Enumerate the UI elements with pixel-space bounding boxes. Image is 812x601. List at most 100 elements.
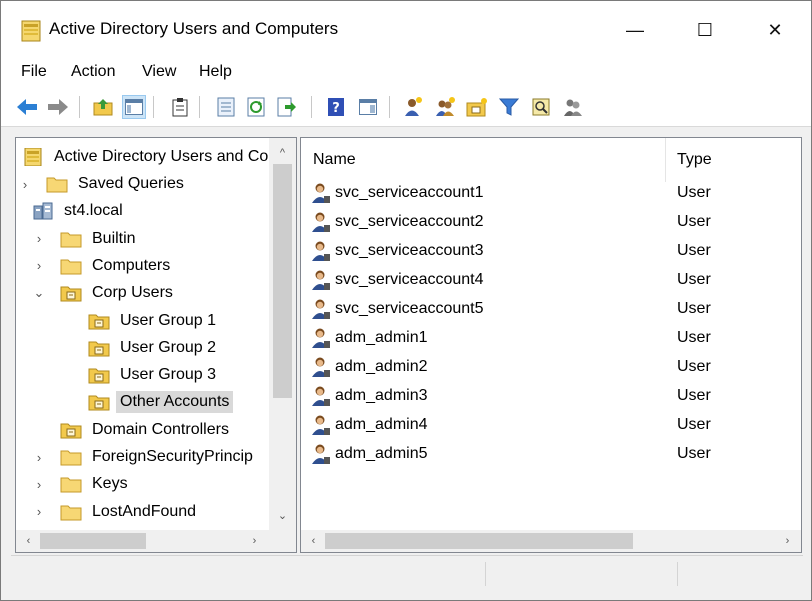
show-console-tree-button[interactable] [122, 95, 146, 119]
expand-chevron-icon[interactable]: › [32, 226, 46, 252]
tree-item-label: User Group 2 [120, 338, 217, 356]
list-item-type: User [677, 299, 711, 317]
scroll-right-icon[interactable]: › [779, 532, 796, 549]
collapse-chevron-icon[interactable]: ⌄ [32, 280, 46, 306]
list-item[interactable]: svc_serviceaccount5 User [301, 294, 801, 323]
folder-icon [60, 450, 82, 466]
tree-item-label: LostAndFound [92, 502, 197, 520]
column-header-type[interactable]: Type [665, 138, 801, 182]
list-item[interactable]: adm_admin4 User [301, 410, 801, 439]
tree-item-label: User Group 1 [120, 311, 217, 329]
maximize-button[interactable]: ☐ [671, 1, 739, 59]
scroll-left-icon[interactable]: ‹ [305, 532, 322, 549]
list-item-name: adm_admin1 [335, 328, 428, 346]
export-list-button[interactable] [275, 95, 299, 119]
refresh-button[interactable] [244, 95, 268, 119]
tree-item[interactable]: st4.local [32, 198, 127, 224]
list-item-type: User [677, 386, 711, 404]
list-item-name-cell: adm_admin1 [311, 323, 428, 352]
user-icon [312, 415, 330, 435]
status-segment [677, 562, 803, 586]
clipboard-button[interactable] [168, 95, 192, 119]
expand-chevron-icon[interactable]: › [18, 171, 32, 197]
toolbar-separator [311, 96, 312, 118]
menu-view[interactable]: View [142, 63, 176, 81]
properties-button[interactable] [214, 95, 238, 119]
list-item-name: svc_serviceaccount1 [335, 183, 484, 201]
new-user-button[interactable] [401, 95, 425, 119]
collapse-chevron-icon[interactable]: ⌄ [16, 198, 18, 224]
list-item-type: User [677, 415, 711, 433]
tree-item-label: Builtin [92, 229, 136, 247]
tree-vertical-scroll-thumb[interactable] [273, 164, 292, 398]
menu-help[interactable]: Help [199, 63, 232, 81]
help-icon: ? [328, 98, 344, 116]
forward-button[interactable] [46, 95, 70, 119]
tree-item[interactable]: Keys [60, 471, 132, 497]
ou-folder-icon [88, 368, 110, 384]
scroll-right-icon[interactable]: › [246, 532, 263, 549]
menu-action[interactable]: Action [71, 63, 115, 81]
minimize-button[interactable]: — [601, 1, 669, 59]
list-horizontal-scrollbar[interactable]: ‹ › [301, 530, 801, 552]
clipboard-icon [172, 98, 188, 117]
expand-chevron-icon[interactable]: › [32, 253, 46, 279]
list-item-type: User [677, 357, 711, 375]
add-to-group-button[interactable] [561, 95, 585, 119]
tree-item-label: ForeignSecurityPrincip [92, 448, 253, 465]
list-item[interactable]: adm_admin5 User [301, 439, 801, 468]
tree-vertical-scrollbar[interactable]: ^ ⌄ [269, 138, 296, 530]
list-item[interactable]: adm_admin2 User [301, 352, 801, 381]
list-item-type: User [677, 328, 711, 346]
tree-horizontal-scroll-thumb[interactable] [40, 533, 146, 549]
new-ou-button[interactable] [465, 95, 489, 119]
column-header-label: Type [677, 151, 712, 168]
menu-file[interactable]: File [21, 63, 47, 81]
tree-item[interactable]: Computers [60, 253, 174, 279]
list-item[interactable]: svc_serviceaccount3 User [301, 236, 801, 265]
expand-chevron-icon[interactable]: › [32, 444, 46, 470]
list-item[interactable]: svc_serviceaccount2 User [301, 207, 801, 236]
tree-item[interactable]: Other Accounts [88, 389, 234, 415]
filter-icon [499, 98, 519, 116]
list-item[interactable]: svc_serviceaccount1 User [301, 178, 801, 207]
expand-chevron-icon[interactable]: › [32, 499, 46, 525]
show-hide-action-pane-icon [359, 99, 377, 115]
title-bar[interactable]: Active Directory Users and Computers — ☐… [1, 1, 811, 59]
list-item-name-cell: adm_admin4 [311, 410, 428, 439]
list-item[interactable]: svc_serviceaccount4 User [301, 265, 801, 294]
help-button[interactable]: ? [324, 95, 348, 119]
scroll-down-icon[interactable]: ⌄ [274, 507, 291, 524]
scroll-left-icon[interactable]: ‹ [20, 532, 37, 549]
list-item[interactable]: adm_admin3 User [301, 381, 801, 410]
tree-item[interactable]: LostAndFound [60, 499, 200, 525]
list-item-name-cell: svc_serviceaccount4 [311, 265, 484, 294]
tree-item[interactable]: Saved Queries [46, 171, 188, 197]
close-button[interactable]: ✕ [741, 1, 809, 59]
new-group-button[interactable] [433, 95, 457, 119]
back-button[interactable] [15, 95, 39, 119]
up-one-level-button[interactable] [91, 95, 115, 119]
app-window: Active Directory Users and Computers — ☐… [0, 0, 812, 601]
tree-item[interactable]: ForeignSecurityPrincip [60, 444, 257, 470]
toolbar-separator [199, 96, 200, 118]
ou-folder-icon [88, 395, 110, 411]
tree-item[interactable]: Builtin [60, 226, 140, 252]
tree-item[interactable]: User Group 2 [88, 335, 220, 361]
list-item[interactable]: adm_admin1 User [301, 323, 801, 352]
tree-item[interactable]: User Group 1 [88, 308, 220, 334]
user-icon [312, 357, 330, 377]
tree-item[interactable]: User Group 3 [88, 362, 220, 388]
list-horizontal-scroll-thumb[interactable] [325, 533, 633, 549]
expand-chevron-icon[interactable]: › [32, 471, 46, 497]
tree-horizontal-scrollbar[interactable]: ‹ › [16, 530, 269, 552]
scroll-up-icon[interactable]: ^ [274, 144, 291, 161]
find-button[interactable] [529, 95, 553, 119]
list-item-name: svc_serviceaccount4 [335, 270, 484, 288]
show-hide-action-pane-button[interactable] [356, 95, 380, 119]
tree-item[interactable]: Corp Users [60, 280, 177, 306]
tree-item-root[interactable]: Active Directory Users and Co [22, 144, 272, 170]
tree-item[interactable]: Domain Controllers [60, 417, 233, 443]
filter-button[interactable] [497, 95, 521, 119]
column-header-name[interactable]: Name [301, 138, 665, 182]
